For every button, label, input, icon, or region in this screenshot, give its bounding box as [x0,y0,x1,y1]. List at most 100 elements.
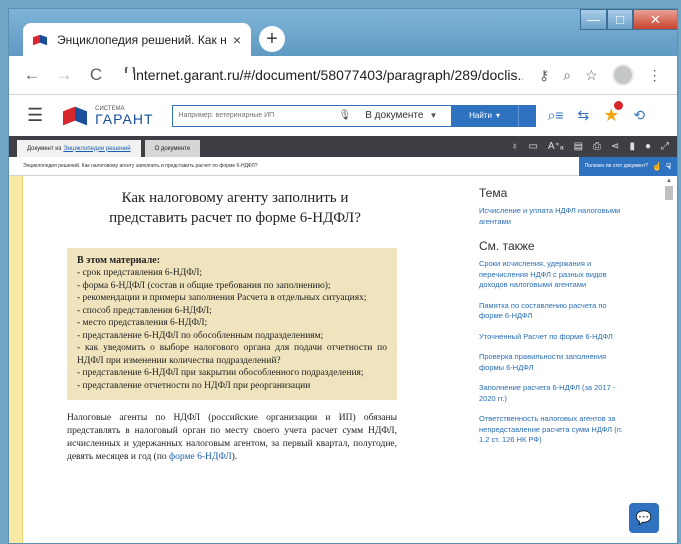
search-input[interactable] [172,112,333,119]
title-line-1: Как налоговому агенту заполнить и [121,190,349,206]
header-icons: ⌕≡ ⇆ ★ ⟲ [548,101,645,126]
breadcrumb-bar: Энциклопедия решений. Как налоговому аге… [9,156,677,176]
breadcrumb: Энциклопедия решений. Как налоговому аге… [23,163,258,169]
hamburger-menu-icon[interactable]: ☰ [27,105,43,126]
address-bar-icons: ⚷ ⌕ ☆ ⋮ [539,64,662,86]
search-box: 🎙 В документе ▼ [171,104,452,127]
find-button-label: Найти [469,111,492,120]
chat-button[interactable]: 💬 [629,503,659,533]
thumbs-down-icon[interactable]: ☟ [666,162,671,171]
tab-close-icon[interactable]: × [233,32,241,48]
microphone-icon[interactable]: 🎙 [339,110,352,121]
see-also-link[interactable]: Ответственность налоговых агентов за неп… [479,414,629,446]
contents-item[interactable]: - как уведомить о выборе налогового орга… [77,342,387,367]
bookmark-star-icon[interactable]: ☆ [585,67,598,84]
garant-logo[interactable]: СИСТЕМА ГАРАНТ [63,106,153,126]
share-icon[interactable]: ⋖ [611,141,619,152]
reload-button[interactable]: C [87,65,105,85]
scrollbar[interactable]: ▲ [665,178,673,238]
find-button[interactable]: Найти ▾ [451,104,518,127]
back-button[interactable]: ← [23,65,41,85]
contents-item[interactable]: - место представления 6-НДФЛ; [77,317,387,330]
document-toolbar: ♁ ▭ A⁺ₐ ▤ ⎙ ⋖ ▮ ● ⤢ [511,141,669,152]
address-bar: ← → C internet.garant.ru/#/document/5807… [9,56,677,94]
tab-about-document[interactable]: О документе [144,140,201,157]
tab-document-prefix: Документ из [27,145,62,152]
find-options-button[interactable] [517,104,536,127]
see-also-link[interactable]: Памятка по составлению расчета по форме … [479,301,629,322]
tab-document[interactable]: Документ из Энциклопедии решений [17,140,141,157]
feedback-label: Полезен ли этот документ? [584,163,649,169]
forward-button[interactable]: → [55,65,73,85]
menu-kebab-icon[interactable]: ⋮ [648,67,662,84]
close-window-button[interactable]: ✕ [633,9,677,30]
chevron-down-icon: ▼ [429,111,438,120]
see-also-link[interactable]: Сроки исчисления, удержания и перечислен… [479,259,629,291]
paragraph-end: ). [231,452,238,462]
right-sidebar: Тема Исчисление и уплата НДФЛ налоговыми… [479,186,629,456]
tab-strip: Энциклопедия решений. Как н × + — □ ✕ [9,9,677,56]
left-margin-bar [9,176,23,543]
contents-item[interactable]: - способ представления 6-НДФЛ; [77,305,387,318]
compare-icon[interactable]: ▭ [528,141,537,152]
contents-item[interactable]: - представление отчетности по НДФЛ при р… [77,380,387,393]
feedback-widget[interactable]: Полезен ли этот документ? ☝ ☟ [578,156,677,176]
see-also-link[interactable]: Заполнение расчета 6-НДФЛ (за 2017 - 202… [479,383,629,404]
maximize-button[interactable]: □ [607,9,633,30]
minimize-button[interactable]: — [580,9,607,30]
browser-tab[interactable]: Энциклопедия решений. Как н × [23,23,251,56]
garant-favicon-icon [33,34,49,46]
tab-title: Энциклопедия решений. Как н [57,32,227,47]
save-icon[interactable]: ▤ [574,141,583,152]
contents-box: В этом материале: - срок представления 6… [67,248,397,400]
contents-item[interactable]: - рекомендации и примеры заполнения Расч… [77,292,387,305]
bookmark-icon[interactable]: ▮ [629,141,635,152]
search-scope-label: В документе [365,110,424,121]
search-scope-select[interactable]: В документе ▼ [365,110,437,121]
handshake-icon[interactable]: ⇆ [578,107,590,124]
garant-logo-mark-icon [63,107,89,125]
form-6-ndfl-link[interactable]: форме 6-НДФЛ [169,452,232,462]
page-title: Как налоговому агенту заполнить и предст… [67,188,403,228]
profile-avatar[interactable] [611,64,634,86]
notification-badge [614,101,624,110]
browser-window: Энциклопедия решений. Как н × + — □ ✕ ← … [8,8,678,544]
see-also-link[interactable]: Проверка правильности заполнения формы 6… [479,352,629,373]
thumbs-up-icon[interactable]: ☝ [652,162,662,171]
url-text: internet.garant.ru/#/document/58077403/p… [133,67,523,83]
chat-icon: 💬 [635,510,653,525]
lightbulb-icon[interactable]: ♁ [511,141,519,152]
new-tab-button[interactable]: + [259,26,285,52]
garant-header: ☰ СИСТЕМА ГАРАНТ 🎙 В документе ▼ Найти▾ ⌕… [9,94,677,136]
article-paragraph: Налоговые агенты по НДФЛ (российские орг… [67,412,397,464]
title-line-2: представить расчет по форме 6-НДФЛ? [109,210,361,226]
favorites-star-icon[interactable]: ★ [603,101,624,126]
print-icon[interactable]: ⎙ [593,141,601,152]
history-icon[interactable]: ⟲ [633,107,645,124]
document-content: Как налоговому агенту заполнить и предст… [9,176,677,543]
contents-item[interactable]: - форма 6-НДФЛ (состав и общие требовани… [77,280,387,293]
article: Как налоговому агенту заполнить и предст… [67,188,403,464]
window-controls: — □ ✕ [580,9,677,30]
expand-icon[interactable]: ⤢ [661,141,669,152]
theme-heading: Тема [479,186,508,200]
zoom-icon[interactable]: ⌕ [563,67,571,84]
scroll-thumb[interactable] [665,186,673,200]
url-field[interactable]: internet.garant.ru/#/document/58077403/p… [123,67,523,83]
contents-item[interactable]: - представление 6-НДФЛ по обособленным п… [77,330,387,343]
find-dropdown-icon: ▾ [495,111,500,120]
contents-item[interactable]: - срок представления 6-НДФЛ; [77,267,387,280]
filter-icon[interactable]: ⌕≡ [548,107,564,124]
key-icon[interactable]: ⚷ [539,67,549,84]
contents-item[interactable]: - представление 6-НДФЛ при закрытии обос… [77,367,387,380]
see-also-heading: См. также [479,239,535,253]
info-icon[interactable]: ● [645,141,651,152]
contents-box-title: В этом материале: [77,255,161,266]
theme-link[interactable]: Исчисление и уплата НДФЛ налоговыми аген… [479,206,629,227]
scroll-up-icon[interactable]: ▲ [665,178,673,184]
logo-name: ГАРАНТ [95,110,154,127]
see-also-link[interactable]: Уточненный Расчет по форме 6-НДФЛ [479,332,629,343]
tab-document-link[interactable]: Энциклопедии решений [63,146,130,152]
font-size-icon[interactable]: A⁺ₐ [548,141,564,152]
document-tabs-bar: Документ из Энциклопедии решений О докум… [9,136,677,157]
